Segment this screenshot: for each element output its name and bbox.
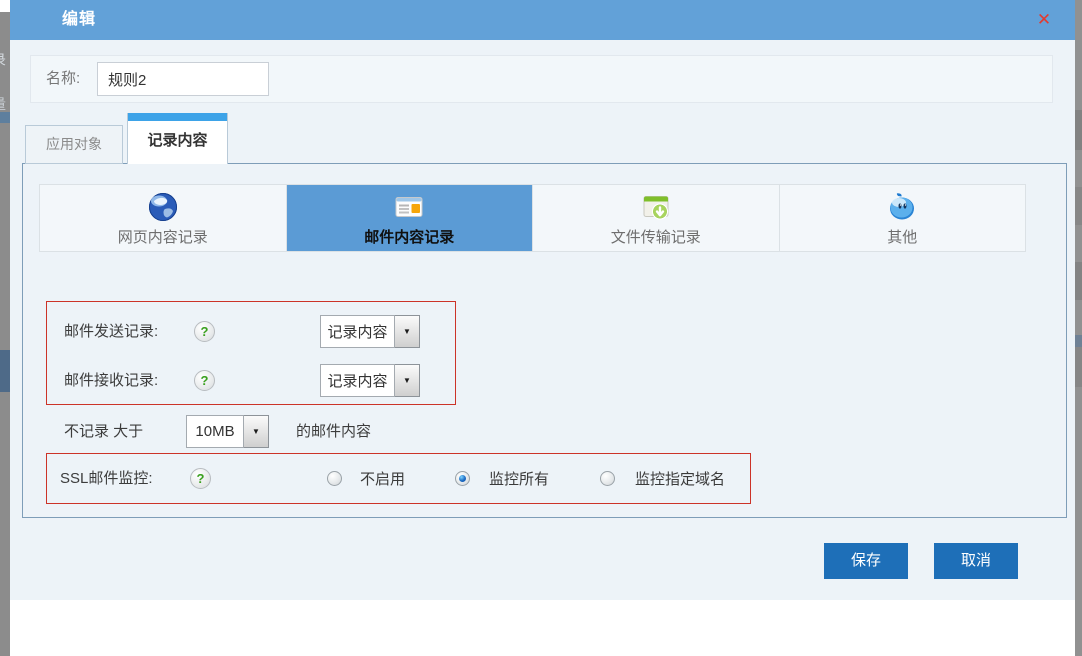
backdrop-text-fragment: 录 [0,50,6,70]
chevron-down-icon: ▼ [244,415,269,448]
mail-record-group: 邮件发送记录: ? 记录内容 ▼ 邮件接收记录: ? 记录内容 ▼ [46,301,456,405]
dialog-header: 编辑 ✕ [10,0,1075,40]
backdrop-stripe [1075,262,1082,300]
mail-receive-select[interactable]: 记录内容 ▼ [320,364,420,397]
mail-send-select[interactable]: 记录内容 ▼ [320,315,420,348]
radio-disable[interactable] [327,471,342,486]
backdrop-left: 录 量 [0,0,10,656]
name-input[interactable] [97,62,269,96]
backdrop-right [1075,0,1082,656]
backdrop-stripe [1075,110,1082,150]
subtab-other[interactable]: 其他 [780,185,1026,251]
radio-monitor-all[interactable] [455,471,470,486]
size-limit-suffix: 的邮件内容 [296,415,371,448]
dialog-title: 编辑 [62,0,96,40]
mail-receive-row: 邮件接收记录: ? 记录内容 ▼ [47,364,455,397]
backdrop-band [0,350,10,392]
record-type-tabs: 网页内容记录 邮件内容记录 [39,184,1026,252]
globe-icon [146,190,180,224]
cancel-button[interactable]: 取消 [934,543,1018,579]
subtab-mail-content[interactable]: 邮件内容记录 [287,185,534,251]
backdrop-stripe [1075,335,1082,347]
size-limit-prefix: 不记录 大于 [64,415,143,448]
mail-send-row: 邮件发送记录: ? 记录内容 ▼ [47,315,455,348]
name-label: 名称: [46,56,80,102]
size-limit-row: 不记录 大于 10MB ▼ 的邮件内容 [23,415,623,448]
help-icon[interactable]: ? [194,370,215,391]
mail-send-label: 邮件发送记录: [64,315,158,348]
subtab-label: 其他 [887,226,917,247]
help-icon[interactable]: ? [194,321,215,342]
radio-monitor-domains[interactable] [600,471,615,486]
screen: 录 量 编辑 ✕ 名称: 应用对象 记录内容 [0,0,1082,656]
tab-apply-target[interactable]: 应用对象 [25,125,123,164]
subtab-label: 文件传输记录 [611,226,701,247]
edit-dialog: 编辑 ✕ 名称: 应用对象 记录内容 [10,0,1075,656]
save-button[interactable]: 保存 [824,543,908,579]
subtab-web-content[interactable]: 网页内容记录 [40,185,287,251]
backdrop-stripe [1075,347,1082,387]
file-transfer-icon [639,190,673,224]
subtab-label: 邮件内容记录 [364,226,454,247]
record-content-panel: 网页内容记录 邮件内容记录 [22,163,1067,518]
ssl-monitor-label: SSL邮件监控: [60,454,153,503]
subtab-label: 网页内容记录 [118,226,208,247]
size-limit-select[interactable]: 10MB ▼ [186,415,269,448]
help-icon[interactable]: ? [190,468,211,489]
mail-icon [392,190,426,224]
chat-bubble-icon [885,190,919,224]
mail-receive-label: 邮件接收记录: [64,364,158,397]
radio-monitor-domains-label[interactable]: 监控指定域名 [635,454,725,505]
close-icon[interactable]: ✕ [1033,9,1055,31]
radio-disable-label[interactable]: 不启用 [360,454,405,505]
subtab-file-transfer[interactable]: 文件传输记录 [533,185,780,251]
dialog-bottom-area [10,600,1075,656]
backdrop-stripe [1075,187,1082,225]
tab-accent-strip [128,113,227,121]
backdrop-band [0,112,10,123]
chevron-down-icon: ▼ [395,364,420,397]
chevron-down-icon: ▼ [395,315,420,348]
backdrop-white-corner [0,0,10,12]
radio-monitor-all-label[interactable]: 监控所有 [489,454,549,505]
name-row: 名称: [30,55,1053,103]
backdrop-text-fragment: 量 [0,94,6,114]
ssl-monitor-group: SSL邮件监控: ? 不启用 监控所有 监控指定域名 [46,453,751,504]
tab-record-content[interactable]: 记录内容 [127,113,228,164]
